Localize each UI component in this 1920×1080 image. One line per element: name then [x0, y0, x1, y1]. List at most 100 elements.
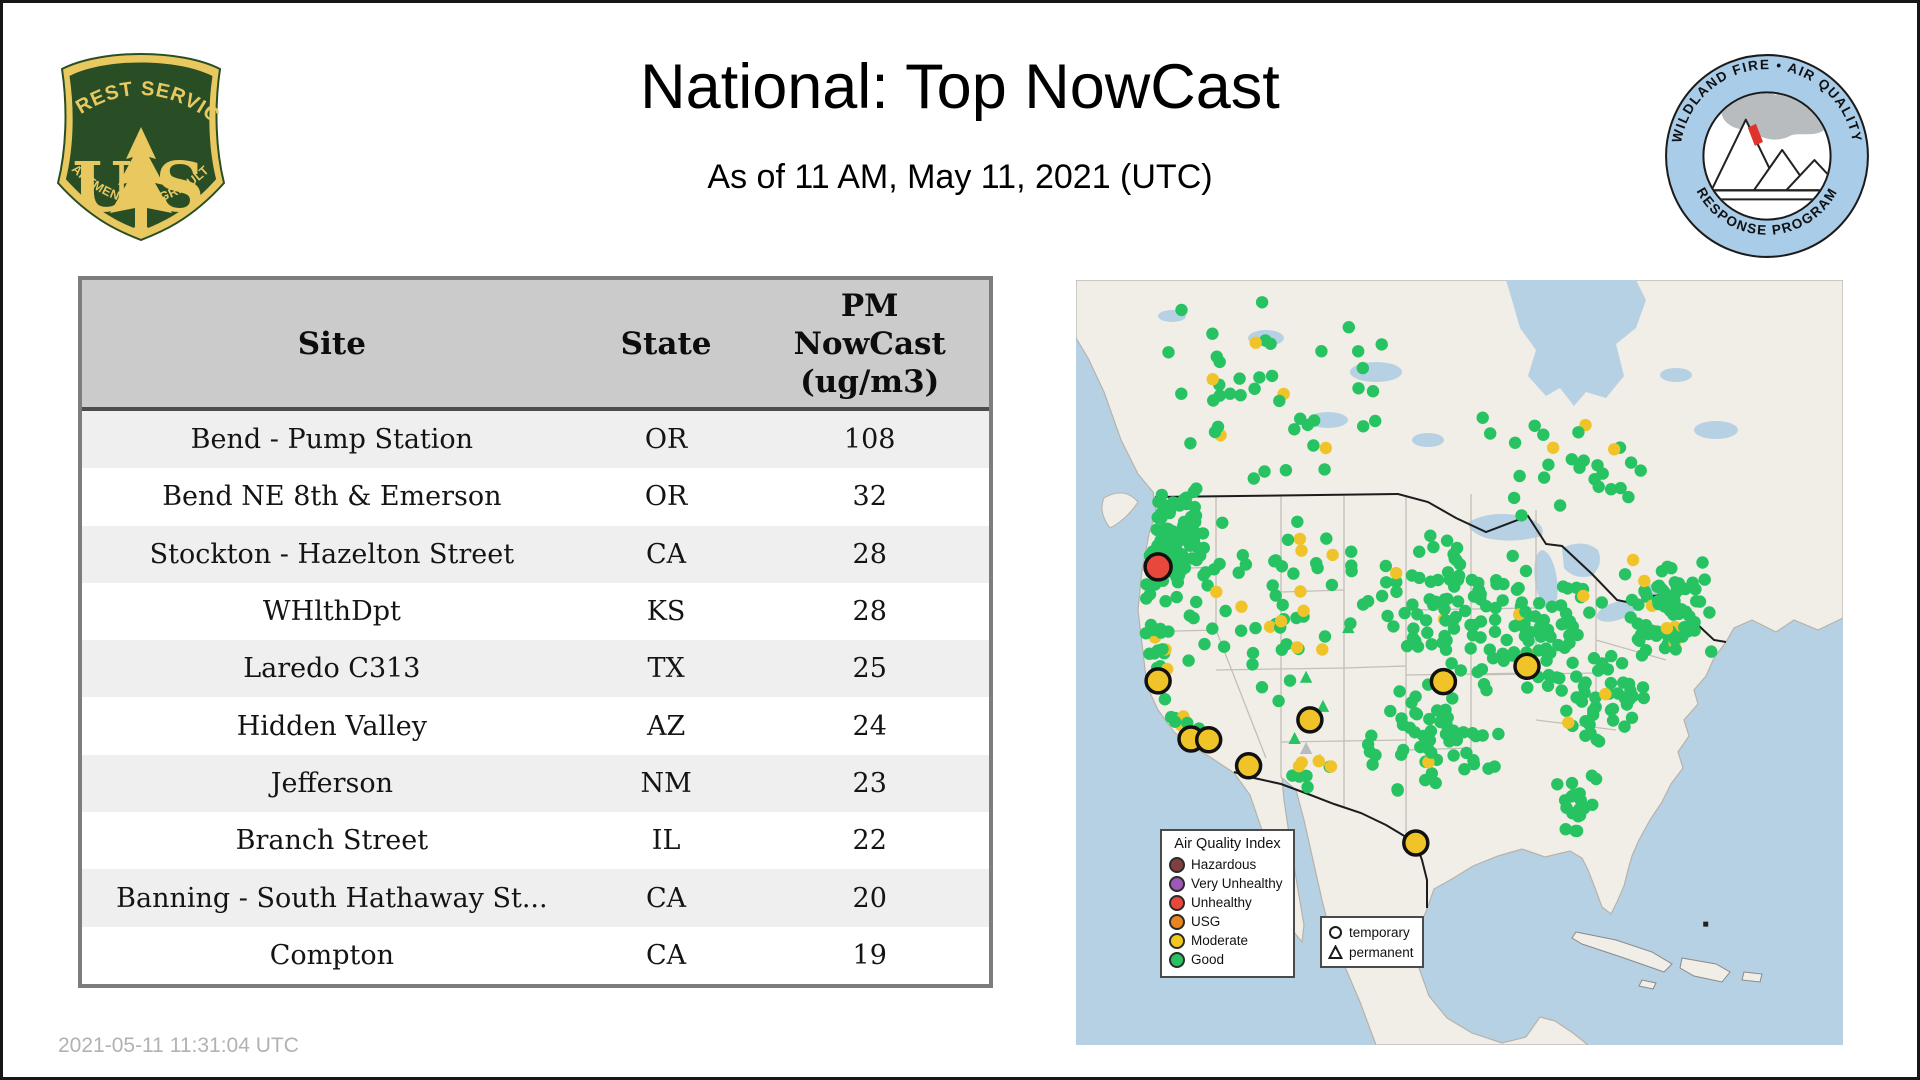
- monitor-dot: [1206, 622, 1219, 635]
- table-cell: IL: [651, 825, 681, 857]
- monitor-dot: [1595, 596, 1608, 609]
- table-cell: CA: [646, 882, 687, 914]
- monitor-dot: [1441, 592, 1454, 606]
- table-cell: 23: [852, 767, 887, 799]
- table-cell: Hidden Valley: [236, 710, 428, 742]
- monitor-dot: [1454, 664, 1467, 677]
- monitor-dot: [1316, 643, 1329, 656]
- aqi-color-dot-icon: [1169, 875, 1185, 892]
- monitor-dot: [1583, 606, 1596, 619]
- footer-timestamp: 2021-05-11 11:31:04 UTC: [58, 1034, 299, 1057]
- monitor-dot: [1406, 598, 1419, 611]
- monitor-dot: [1233, 372, 1246, 385]
- monitor-dot: [1391, 784, 1404, 797]
- table-cell: CA: [646, 538, 687, 570]
- monitor-dot: [1318, 463, 1331, 476]
- table-cell: 108: [843, 424, 896, 456]
- monitor-dot: [1521, 681, 1534, 694]
- table-row: Bend - Pump Station OR 108: [82, 411, 989, 469]
- table-row: WHlthDpt KS 28: [82, 583, 989, 640]
- table-cell: Branch Street: [235, 825, 429, 857]
- monitor-dot: [1488, 760, 1501, 773]
- monitor-dot: [1325, 578, 1339, 592]
- monitor-dot: [1387, 620, 1400, 633]
- aqi-legend-item: Good: [1169, 950, 1286, 969]
- monitor-dot: [1253, 371, 1266, 384]
- monitor-dot: [1297, 604, 1310, 617]
- monitor-dot: [1197, 569, 1210, 582]
- monitor-dot: [1246, 658, 1259, 671]
- monitor-dot: [1190, 595, 1203, 609]
- table-cell: 19: [852, 939, 887, 971]
- aqi-legend-item: Moderate: [1169, 931, 1286, 950]
- monitor-dot: [1342, 321, 1355, 334]
- monitor-dot: [1572, 426, 1585, 439]
- top-site-marker: [1429, 667, 1458, 696]
- monitor-dot: [1592, 664, 1605, 677]
- slide: FOREST SERVICE U S DEPARTMENT OF AGRICUL…: [0, 0, 1920, 1080]
- monitor-dot: [1519, 564, 1533, 578]
- monitor-dot: [1190, 553, 1203, 567]
- monitor-dot: [1634, 464, 1647, 477]
- monitor-dot: [1324, 760, 1338, 773]
- monitor-dot: [1565, 776, 1579, 790]
- monitor-dot: [1217, 640, 1231, 653]
- monitor-dot: [1155, 488, 1168, 502]
- monitor-dot: [1140, 578, 1153, 591]
- col-header-pm-line2: NowCast: [793, 325, 946, 362]
- monitor-dot: [1587, 704, 1600, 717]
- col-header-pm: PM NowCast (ug/m3): [750, 280, 989, 407]
- monitor-dot: [1345, 564, 1358, 578]
- monitor-dot: [1586, 798, 1599, 811]
- monitor-dot: [1291, 515, 1304, 528]
- monitor-dot: [1660, 622, 1674, 635]
- monitor-dot: [1522, 634, 1535, 647]
- monitor-dot: [1170, 590, 1183, 604]
- monitor-dot: [1290, 641, 1304, 654]
- table-header-row: Site State PM NowCast (ug/m3): [82, 280, 989, 411]
- monitor-dot: [1357, 420, 1370, 433]
- monitor-dot: [1390, 566, 1403, 580]
- monitor-dot: [1611, 687, 1625, 700]
- monitor-dot: [1315, 345, 1328, 358]
- aqi-legend-item: USG: [1169, 912, 1286, 931]
- wfaqrp-logo: WILDLAND FIRE • AIR QUALITY RESPONSE PRO…: [1661, 49, 1873, 268]
- monitor-dot: [1275, 643, 1288, 656]
- monitor-dot: [1542, 458, 1555, 471]
- monitor-dot: [1488, 613, 1502, 626]
- monitor-dot: [1269, 554, 1282, 567]
- monitor-dot: [1496, 647, 1509, 660]
- monitor-dot: [1171, 576, 1185, 589]
- aqi-legend-label: Unhealthy: [1191, 895, 1252, 910]
- monitor-dot: [1480, 683, 1493, 697]
- monitor-dot: [1255, 681, 1269, 694]
- monitor-dot: [1661, 560, 1674, 573]
- monitor-dot: [1672, 607, 1686, 621]
- monitor-dot: [1352, 345, 1365, 358]
- monitor-dot: [1301, 780, 1314, 794]
- monitor-dot: [1223, 387, 1237, 400]
- page-subtitle: As of 11 AM, May 11, 2021 (UTC): [707, 158, 1213, 196]
- monitor-dot: [1288, 423, 1301, 436]
- table-cell: OR: [644, 481, 688, 513]
- monitor-dot: [1625, 711, 1639, 724]
- monitor-dot: [1175, 387, 1188, 400]
- page-title: National: Top NowCast: [640, 52, 1280, 122]
- monitor-dot: [1545, 600, 1559, 613]
- monitor-dot: [1669, 643, 1682, 656]
- table-cell: WHlthDpt: [262, 596, 401, 628]
- monitor-dot: [1551, 778, 1564, 791]
- table-row: Laredo C313 TX 25: [82, 640, 989, 698]
- monitor-dot: [1423, 734, 1437, 747]
- monitor-dot: [1625, 593, 1639, 607]
- monitor-dot: [1345, 545, 1358, 558]
- table-cell: 32: [852, 481, 887, 513]
- monitor-dot: [1683, 610, 1696, 623]
- table-cell: 20: [852, 882, 887, 914]
- monitor-dot: [1395, 748, 1408, 761]
- monitor-dot: [1604, 703, 1618, 717]
- monitor-dot: [1458, 763, 1471, 776]
- aqi-legend-item: Very Unhealthy: [1169, 874, 1286, 893]
- monitor-dot: [1366, 758, 1379, 771]
- monitor-dot: [1318, 630, 1332, 643]
